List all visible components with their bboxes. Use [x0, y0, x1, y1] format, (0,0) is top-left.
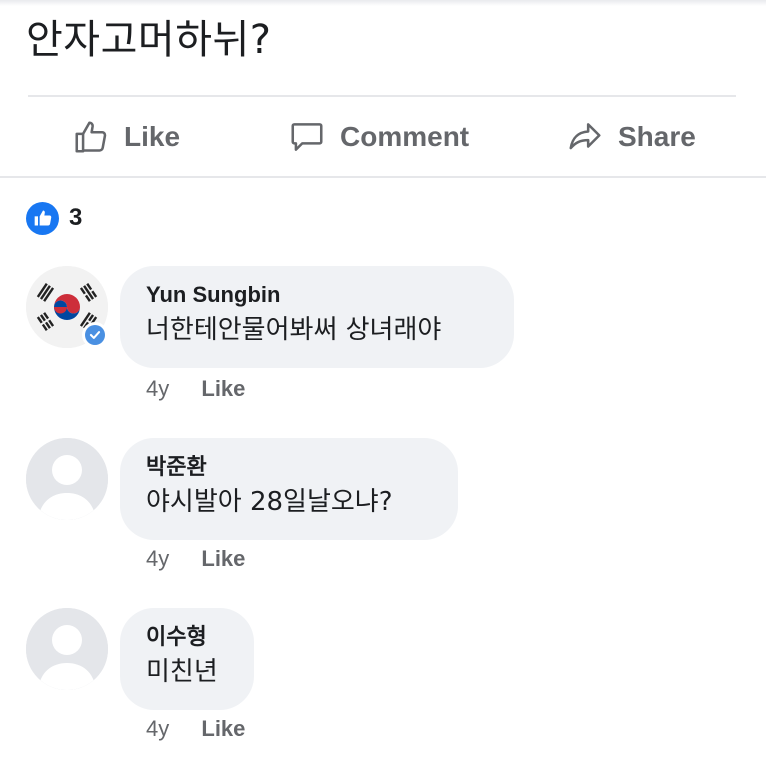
comment-author[interactable]: 이수형	[146, 622, 228, 652]
comment-time[interactable]: 4y	[146, 546, 169, 571]
comment-author[interactable]: Yun Sungbin	[146, 280, 488, 310]
comment-like-link[interactable]: Like	[201, 376, 245, 401]
post-text: 안자고머하뉘?	[26, 17, 272, 63]
comment-text: 미친년	[146, 657, 218, 687]
verified-badge	[82, 322, 108, 348]
speech-bubble-icon	[291, 123, 323, 151]
check-icon	[89, 331, 101, 339]
comment-meta: 4y Like	[146, 376, 245, 402]
like-button[interactable]: Like	[72, 100, 180, 174]
comment-button[interactable]: Comment	[288, 100, 469, 174]
comment-time[interactable]: 4y	[146, 716, 169, 741]
comment-meta: 4y Like	[146, 546, 245, 572]
comment-label: Comment	[340, 121, 470, 152]
divider	[0, 176, 766, 178]
comment-bubble: Yun Sungbin 너한테안물어봐써 상녀래야	[120, 266, 514, 368]
comment-text: 너한테안물어봐써 상녀래야	[146, 315, 442, 345]
thumbs-up-icon	[26, 201, 59, 235]
like-label: Like	[124, 121, 181, 152]
comment-time[interactable]: 4y	[146, 376, 169, 401]
divider	[28, 95, 736, 97]
avatar[interactable]	[26, 608, 108, 690]
thumbs-up-icon	[75, 121, 107, 153]
reaction-summary[interactable]: 3	[26, 201, 82, 235]
reaction-count: 3	[69, 204, 83, 231]
comment-text: 야시발아 28일날오냐?	[146, 487, 393, 517]
comment-bubble: 이수형 미친년	[120, 608, 254, 710]
share-label: Share	[618, 121, 696, 152]
avatar[interactable]	[26, 438, 108, 520]
share-button[interactable]: Share	[566, 100, 696, 174]
comment-meta: 4y Like	[146, 716, 245, 742]
share-arrow-icon	[569, 123, 601, 150]
comment-like-link[interactable]: Like	[201, 546, 245, 571]
post-action-bar: Like Comment Share	[0, 100, 766, 174]
top-edge-shadow	[0, 0, 766, 6]
comment-author[interactable]: 박준환	[146, 452, 432, 482]
comment-like-link[interactable]: Like	[201, 716, 245, 741]
comment-bubble: 박준환 야시발아 28일날오냐?	[120, 438, 458, 540]
